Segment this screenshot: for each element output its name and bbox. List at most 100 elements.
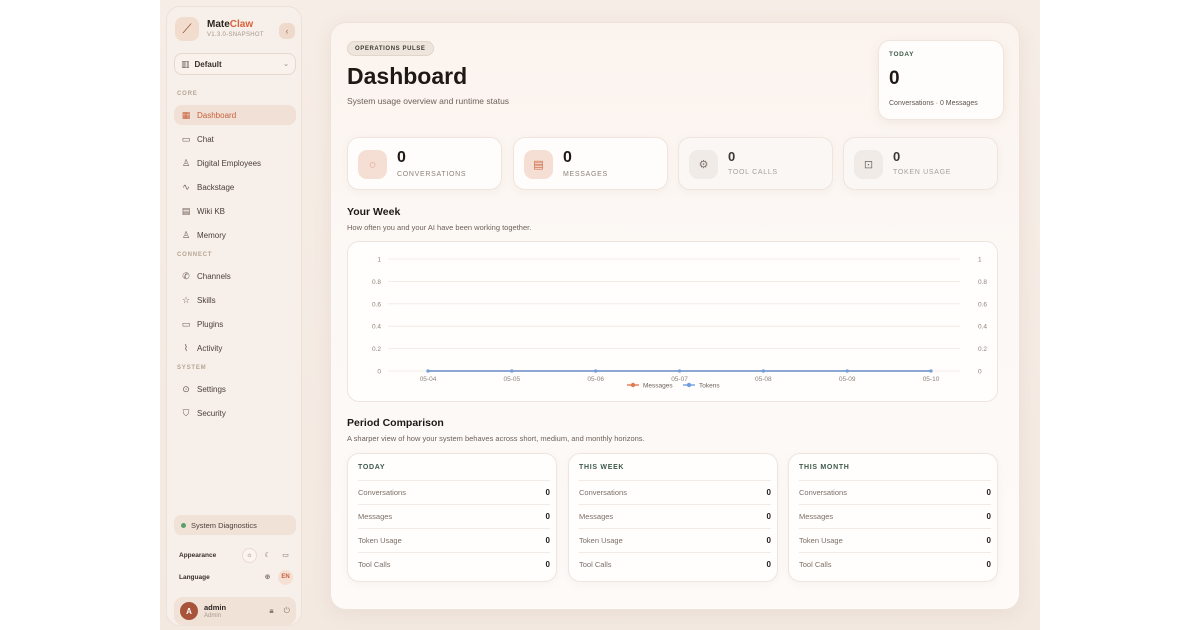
stat-label: MESSAGES xyxy=(563,171,608,178)
collapse-sidebar-button[interactable]: ‹ xyxy=(279,23,295,39)
section-badge: OPERATIONS PULSE xyxy=(347,41,434,56)
brand-version: V1.3.0-SNAPSHOT xyxy=(207,32,264,38)
language-row: Language ⊕ EN xyxy=(179,569,293,585)
system-diagnostics-button[interactable]: System Diagnostics xyxy=(174,515,296,535)
moon-icon[interactable]: ☾ xyxy=(260,548,275,563)
period-card-title: TODAY xyxy=(358,464,386,471)
stat-card-messages: ▤ 0 MESSAGES xyxy=(513,137,668,190)
claw-logo-icon: ⟋ xyxy=(175,17,199,41)
building-icon: ▥ xyxy=(181,58,190,69)
period-card-this-week: THIS WEEK Conversations 0 Messages 0 Token… xyxy=(568,453,778,582)
language-label: Language xyxy=(179,573,210,581)
today-sub: Conversations · 0 Messages xyxy=(889,100,978,107)
sidebar-item-activity[interactable]: ⌇ Activity xyxy=(174,338,296,358)
data-point-tokens xyxy=(677,369,682,373)
language-toggle[interactable]: EN xyxy=(278,569,293,585)
period-subtitle: A sharper view of how your system behave… xyxy=(347,434,645,443)
today-value: 0 xyxy=(889,68,900,89)
period-title: Period Comparison xyxy=(347,417,444,429)
sidebar-item-wiki-kb[interactable]: ▤ Wiki KB xyxy=(174,201,296,221)
sidebar-item-chat[interactable]: ▭ Chat xyxy=(174,129,296,149)
y-tick-label-left: 0.8 xyxy=(372,279,381,286)
person-icon: ♙ xyxy=(181,229,191,240)
sidebar-item-label: Skills xyxy=(197,295,216,305)
x-tick-label: 05-10 xyxy=(923,376,940,383)
period-card-title: THIS WEEK xyxy=(579,464,625,471)
sidebar-item-digital-employees[interactable]: ♙ Digital Employees xyxy=(174,153,296,173)
stat-value: 0 xyxy=(728,149,736,164)
period-card-title: THIS MONTH xyxy=(799,464,850,471)
legend-marker-tokens xyxy=(686,382,692,388)
page-title: Dashboard xyxy=(347,63,468,89)
y-tick-label-left: 0 xyxy=(377,369,381,376)
period-row: Conversations 0 xyxy=(358,480,550,504)
sidebar-item-label: Chat xyxy=(197,134,214,144)
y-tick-label-left: 1 xyxy=(377,257,381,264)
sidebar-item-security[interactable]: ⛉ Security xyxy=(174,403,296,423)
today-label: TODAY xyxy=(889,51,915,58)
x-tick-label: 05-06 xyxy=(587,376,604,383)
sidebar-item-label: Digital Employees xyxy=(197,158,262,168)
weekly-chart: 0 0 0.2 0.2 0.4 0.4 0.6 0.6 0.8 0.8 1 1 05-04 05-05 05… xyxy=(347,241,998,402)
activity-icon: ⌇ xyxy=(183,342,189,353)
globe-icon[interactable]: ⊕ xyxy=(260,570,275,585)
sidebar-item-label: Channels xyxy=(197,271,231,281)
sidebar-item-backstage[interactable]: ∿ Backstage xyxy=(174,177,296,197)
brand-name: MateClaw xyxy=(207,19,254,30)
power-icon[interactable]: ⏻ xyxy=(284,606,290,616)
stat-value: 0 xyxy=(563,149,572,166)
period-row: Tool Calls 0 xyxy=(358,552,550,576)
y-tick-label-left: 0.2 xyxy=(372,346,381,353)
sidebar-item-label: Wiki KB xyxy=(197,206,225,216)
x-tick-label: 05-04 xyxy=(420,376,437,383)
period-row: Messages 0 xyxy=(799,504,991,528)
period-card-today: TODAY Conversations 0 Messages 0 Token Usa… xyxy=(347,453,557,582)
sidebar-item-label: Memory xyxy=(197,230,226,240)
y-tick-label-right: 0.2 xyxy=(978,346,987,353)
legend-label-tokens: Tokens xyxy=(699,383,720,390)
avatar: A xyxy=(180,602,198,620)
data-point-tokens xyxy=(426,369,430,373)
settings-icon: ⊙ xyxy=(182,383,190,394)
chat-icon: ▭ xyxy=(181,133,191,144)
sidebar-item-settings[interactable]: ⊙ Settings xyxy=(174,379,296,399)
monitor-icon[interactable]: ▭ xyxy=(278,548,293,563)
sidebar-item-dashboard[interactable]: ▦ Dashboard xyxy=(174,105,296,125)
period-card-this-month: THIS MONTH Conversations 0 Messages 0 Toke… xyxy=(788,453,998,582)
document-icon: ▤ xyxy=(524,150,553,179)
brand: ⟋ MateClaw V1.3.0-SNAPSHOT ‹ xyxy=(175,15,295,45)
stat-card-token-usage: ⊡ 0 TOKEN USAGE xyxy=(843,137,998,190)
workspace-selector[interactable]: ▥ Default ⌄ xyxy=(174,53,296,75)
sidebar-item-plugins[interactable]: ▭ Plugins xyxy=(174,314,296,334)
workspace-label: Default xyxy=(194,59,222,69)
data-point-tokens xyxy=(761,369,765,373)
stat-label: CONVERSATIONS xyxy=(397,171,467,178)
status-dot xyxy=(181,522,186,528)
stat-value: 0 xyxy=(893,149,901,164)
chevron-down-icon: ⌄ xyxy=(283,61,289,68)
x-tick-label: 05-09 xyxy=(839,376,856,383)
section-core: CORE xyxy=(177,91,198,97)
stat-card-conversations: ◌ 0 CONVERSATIONS xyxy=(347,137,502,190)
sidebar-item-memory[interactable]: ♙ Memory xyxy=(174,225,296,245)
sidebar-item-channels[interactable]: ✆ Channels xyxy=(174,266,296,286)
stat-card-tool-calls: ⚙ 0 TOOL CALLS xyxy=(678,137,833,190)
period-row: Tool Calls 0 xyxy=(799,552,991,576)
data-point-tokens xyxy=(510,369,514,373)
diagnostics-label: System Diagnostics xyxy=(191,520,257,530)
stat-label: TOKEN USAGE xyxy=(893,169,952,176)
book-icon: ▤ xyxy=(181,205,191,216)
period-row: Messages 0 xyxy=(579,504,771,528)
sidebar-item-skills[interactable]: ☆ Skills xyxy=(174,290,296,310)
user-profile[interactable]: A admin Admin 🔒︎ ⏻ xyxy=(174,597,296,625)
y-tick-label-left: 0.6 xyxy=(372,301,381,308)
data-point-tokens xyxy=(845,369,849,373)
period-row: Token Usage 0 xyxy=(799,528,991,552)
app-frame: ⟋ MateClaw V1.3.0-SNAPSHOT ‹ ▥ Default ⌄… xyxy=(160,0,1040,630)
section-connect: CONNECT xyxy=(177,252,213,258)
lock-icon[interactable]: 🔒︎ xyxy=(269,606,273,616)
sun-icon[interactable]: ☼ xyxy=(242,547,257,563)
section-system: SYSTEM xyxy=(177,365,207,371)
sidebar-item-label: Settings xyxy=(197,384,226,394)
period-row: Conversations 0 xyxy=(799,480,991,504)
